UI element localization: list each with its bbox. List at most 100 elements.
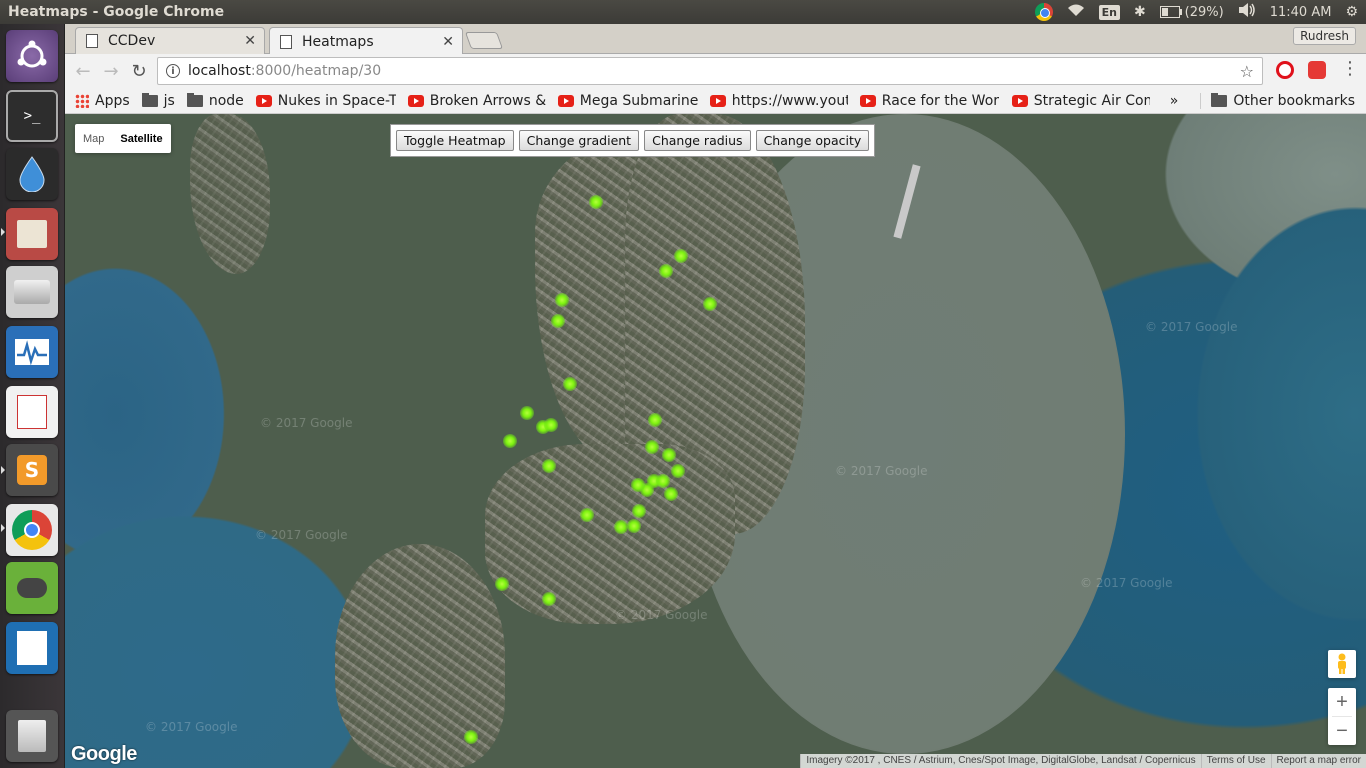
ubuntu-dash-icon[interactable] bbox=[6, 30, 58, 82]
report-map-error-link[interactable]: Report a map error bbox=[1270, 754, 1366, 768]
bookmark-label: Nukes in Space-The bbox=[277, 92, 396, 109]
clock[interactable]: 11:40 AM bbox=[1270, 5, 1332, 20]
youtube-icon bbox=[1011, 94, 1028, 107]
tab-heatmaps[interactable]: Heatmaps ✕ bbox=[269, 27, 463, 55]
close-icon[interactable]: ✕ bbox=[244, 33, 256, 49]
system-monitor-icon[interactable] bbox=[6, 326, 58, 378]
bluetooth-icon[interactable]: ✱ bbox=[1134, 4, 1146, 20]
island-land bbox=[190, 114, 270, 274]
trash-icon[interactable] bbox=[6, 710, 58, 762]
heatmap-point bbox=[648, 413, 662, 427]
page-icon bbox=[86, 34, 98, 48]
heatmap-point bbox=[614, 520, 628, 534]
timer-app-icon[interactable] bbox=[6, 562, 58, 614]
page-icon bbox=[280, 34, 292, 49]
bookmark-other[interactable]: Other bookmarks bbox=[1200, 92, 1356, 109]
drop-app-icon[interactable] bbox=[6, 148, 58, 200]
bookmark-youtube-3[interactable]: Mega Submarine: T bbox=[557, 93, 698, 109]
map-watermark: © 2017 Google bbox=[1145, 320, 1238, 334]
bookmark-folder-node[interactable]: node bbox=[186, 92, 244, 109]
address-bar[interactable]: i localhost:8000/heatmap/30 ☆ bbox=[157, 57, 1263, 85]
writer-icon[interactable] bbox=[6, 622, 58, 674]
url-host: localhost bbox=[188, 63, 251, 79]
keyboard-layout-indicator[interactable]: En bbox=[1098, 4, 1120, 20]
terms-of-use-link[interactable]: Terms of Use bbox=[1200, 754, 1271, 768]
bookmark-folder-js[interactable]: js bbox=[141, 92, 175, 109]
opera-extension-icon[interactable] bbox=[1276, 61, 1294, 79]
toolbar: ← → ↻ i localhost:8000/heatmap/30 ☆ ⋮ bbox=[65, 54, 1366, 88]
bookmark-label: Apps bbox=[95, 92, 130, 109]
heatmap-point bbox=[662, 448, 676, 462]
chrome-indicator-icon[interactable] bbox=[1034, 3, 1053, 21]
bookmark-youtube-1[interactable]: Nukes in Space-The bbox=[255, 92, 396, 109]
map-watermark: © 2017 Google bbox=[145, 720, 238, 734]
heatmap-point bbox=[464, 730, 478, 744]
chrome-launcher-icon[interactable] bbox=[6, 504, 58, 556]
tab-ccdev[interactable]: CCDev ✕ bbox=[75, 27, 265, 54]
bookmark-youtube-4[interactable]: https://www.youtu bbox=[709, 93, 848, 109]
map-type-map-button[interactable]: Map bbox=[75, 124, 112, 153]
apps-grid-icon bbox=[75, 93, 89, 108]
battery-icon bbox=[1159, 6, 1182, 18]
volume-icon[interactable] bbox=[1238, 3, 1256, 21]
youtube-icon bbox=[407, 94, 424, 107]
heatmap-point bbox=[671, 464, 685, 478]
bookmark-label: Other bookmarks bbox=[1233, 92, 1356, 109]
sublime-text-icon[interactable]: S bbox=[6, 444, 58, 496]
tab-label: Heatmaps bbox=[302, 33, 374, 50]
close-icon[interactable]: ✕ bbox=[442, 34, 454, 50]
battery-percent: (29%) bbox=[1184, 4, 1224, 20]
heatmap-controls-panel: Toggle Heatmap Change gradient Change ra… bbox=[390, 124, 876, 157]
file-manager-icon[interactable] bbox=[6, 208, 58, 260]
heatmap-point bbox=[542, 459, 556, 473]
toggle-heatmap-button[interactable]: Toggle Heatmap bbox=[396, 130, 514, 151]
bookmark-youtube-2[interactable]: Broken Arrows & In bbox=[407, 93, 546, 109]
youtube-icon bbox=[709, 94, 726, 107]
bookmark-label: Strategic Air Comm bbox=[1033, 92, 1150, 109]
new-tab-button[interactable] bbox=[464, 32, 504, 49]
youtube-icon bbox=[255, 94, 272, 107]
folder-icon bbox=[1211, 92, 1228, 107]
forward-button[interactable]: → bbox=[97, 57, 125, 85]
bookmark-youtube-5[interactable]: Race for the World bbox=[859, 93, 1000, 109]
heatmap-point bbox=[627, 519, 641, 533]
heatmap-point bbox=[703, 297, 717, 311]
map-type-satellite-button[interactable]: Satellite bbox=[112, 124, 170, 153]
bookmark-star-icon[interactable]: ☆ bbox=[1240, 62, 1254, 81]
bookmark-label: node bbox=[208, 92, 244, 109]
heatmap-point bbox=[645, 440, 659, 454]
bookmarks-overflow-button[interactable]: » bbox=[1170, 93, 1179, 109]
map-canvas[interactable]: © 2017 Google © 2017 Google © 2017 Googl… bbox=[65, 114, 1366, 768]
map-watermark: © 2017 Google bbox=[615, 608, 708, 622]
wifi-icon[interactable] bbox=[1067, 3, 1085, 21]
zoom-out-button[interactable]: − bbox=[1328, 717, 1356, 745]
disk-drive-icon[interactable] bbox=[6, 266, 58, 318]
heatmap-point bbox=[589, 195, 603, 209]
settings-gear-icon[interactable]: ⚙ bbox=[1345, 4, 1358, 20]
info-icon[interactable]: i bbox=[166, 64, 180, 78]
heatmap-point bbox=[542, 592, 556, 606]
zoom-in-button[interactable]: + bbox=[1328, 688, 1356, 716]
pdf-reader-icon[interactable] bbox=[6, 386, 58, 438]
change-gradient-button[interactable]: Change gradient bbox=[518, 130, 640, 151]
zoom-control: + − bbox=[1328, 688, 1356, 745]
imagery-attribution: Imagery ©2017 , CNES / Astrium, Cnes/Spo… bbox=[800, 754, 1201, 768]
running-indicator bbox=[1, 466, 5, 474]
change-radius-button[interactable]: Change radius bbox=[644, 130, 751, 151]
battery-indicator[interactable]: (29%) bbox=[1159, 4, 1224, 20]
menu-kebab-icon[interactable]: ⋮ bbox=[1341, 58, 1359, 79]
profile-button[interactable]: Rudresh bbox=[1293, 27, 1356, 45]
indicator-area: En ✱ (29%) 11:40 AM ⚙ bbox=[1034, 3, 1366, 21]
heatmap-point bbox=[631, 478, 645, 492]
bookmark-youtube-6[interactable]: Strategic Air Comm bbox=[1011, 92, 1150, 109]
folder-icon bbox=[186, 92, 203, 107]
shield-extension-icon[interactable] bbox=[1308, 61, 1326, 79]
terminal-icon[interactable]: >_ bbox=[6, 90, 58, 142]
reload-button[interactable]: ↻ bbox=[125, 57, 153, 85]
running-indicator bbox=[1, 524, 5, 532]
back-button[interactable]: ← bbox=[69, 57, 97, 85]
street-view-pegman-icon[interactable] bbox=[1328, 650, 1356, 678]
bookmark-apps[interactable]: Apps bbox=[75, 93, 130, 109]
change-opacity-button[interactable]: Change opacity bbox=[755, 130, 870, 151]
map-attribution-bar: Imagery ©2017 , CNES / Astrium, Cnes/Spo… bbox=[800, 754, 1366, 768]
